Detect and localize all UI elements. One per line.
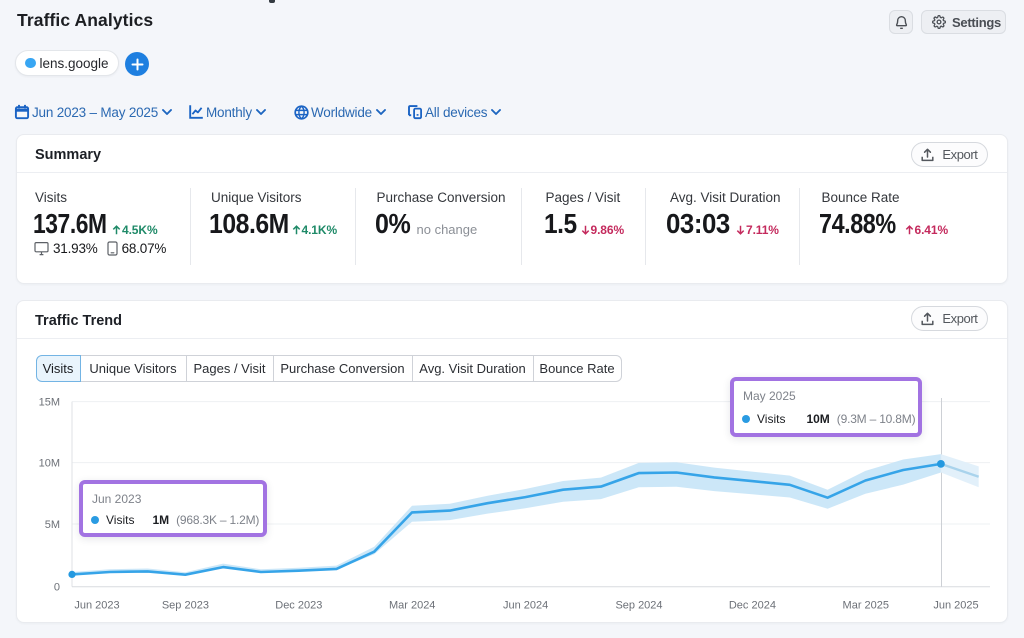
svg-text:Sep 2024: Sep 2024 <box>615 600 662 612</box>
svg-text:Sep 2023: Sep 2023 <box>162 600 209 612</box>
svg-text:Mar 2025: Mar 2025 <box>843 600 889 612</box>
svg-text:0: 0 <box>54 582 60 594</box>
svg-text:10M: 10M <box>39 458 60 470</box>
svg-text:Jun 2024: Jun 2024 <box>503 600 548 612</box>
svg-text:Jun 2025: Jun 2025 <box>933 600 978 612</box>
svg-text:Mar 2024: Mar 2024 <box>389 600 435 612</box>
svg-text:Jun 2023: Jun 2023 <box>74 600 119 612</box>
svg-text:Dec 2023: Dec 2023 <box>275 600 322 612</box>
svg-text:15M: 15M <box>39 397 60 409</box>
svg-text:5M: 5M <box>45 519 60 531</box>
svg-text:Dec 2024: Dec 2024 <box>729 600 776 612</box>
